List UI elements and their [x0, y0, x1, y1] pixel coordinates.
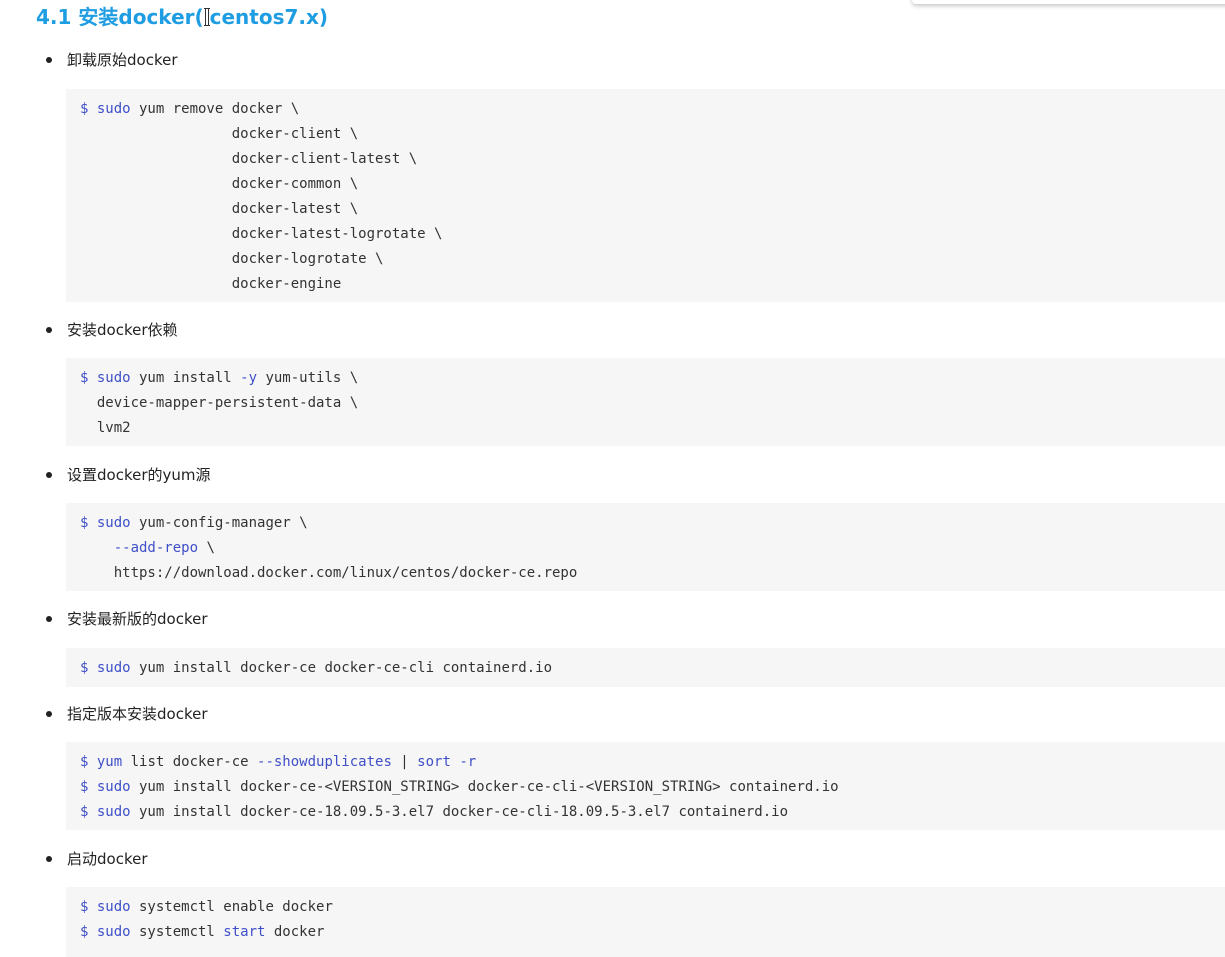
code-line: lvm2	[80, 418, 1225, 443]
code-text: systemctl	[130, 924, 224, 940]
code-line: $ sudo yum remove docker \	[80, 99, 1225, 124]
code-keyword: $	[80, 754, 97, 770]
code-block[interactable]: $ sudo yum install -y yum-utils \ device…	[66, 358, 1225, 446]
code-keyword: $	[80, 370, 97, 386]
code-line: $ sudo yum install -y yum-utils \	[80, 368, 1225, 393]
step-label: 指定版本安装docker	[67, 705, 208, 723]
code-text: docker-logrotate \	[80, 251, 384, 267]
code-keyword: sudo	[96, 804, 131, 820]
code-text: device-mapper-persistent-data \	[80, 395, 359, 411]
code-keyword: sudo	[96, 101, 131, 117]
code-keyword: sudo	[96, 370, 131, 386]
step-label: 安装最新版的docker	[67, 610, 208, 628]
heading-text-start: 4.1 安装docker(	[36, 5, 204, 29]
code-line: --add-repo \	[80, 538, 1225, 563]
code-text: lvm2	[80, 420, 131, 436]
step-label: 卸载原始docker	[67, 51, 178, 69]
code-text: docker-client-latest \	[80, 151, 418, 167]
code-text: list docker-ce	[122, 754, 258, 770]
step-label: 安装docker依赖	[67, 321, 178, 339]
code-block[interactable]: $ sudo yum install docker-ce docker-ce-c…	[66, 648, 1225, 687]
code-keyword: $	[80, 924, 97, 940]
code-text: yum install docker-ce-18.09.5-3.el7 dock…	[130, 804, 789, 820]
code-keyword: start	[223, 924, 266, 940]
code-keyword: $	[80, 101, 97, 117]
code-text: |	[391, 754, 418, 770]
code-text: yum install docker-ce-<VERSION_STRING> d…	[130, 779, 839, 795]
code-text: \	[198, 540, 215, 556]
code-line: https://download.docker.com/linux/centos…	[80, 563, 1225, 588]
list-bullet	[46, 472, 52, 478]
code-keyword: --add-repo	[113, 540, 199, 556]
list-bullet	[46, 616, 52, 622]
section-heading: 4.1 安装docker(centos7.x)	[36, 2, 328, 32]
code-line: $ sudo yum install docker-ce-18.09.5-3.e…	[80, 802, 1225, 827]
text-cursor-icon	[203, 8, 210, 26]
code-text: systemctl enable docker	[130, 899, 333, 915]
code-line: $ sudo yum install docker-ce docker-ce-c…	[80, 658, 1225, 683]
code-block[interactable]: $ yum list docker-ce --showduplicates | …	[66, 742, 1225, 830]
list-bullet	[46, 327, 52, 333]
code-line: $ sudo yum-config-manager \	[80, 513, 1225, 538]
code-keyword: $	[80, 804, 97, 820]
code-keyword: --showduplicates	[257, 754, 392, 770]
code-line: $ yum list docker-ce --showduplicates | …	[80, 752, 1225, 777]
code-line: docker-engine	[80, 274, 1225, 299]
code-line: $ sudo systemctl start docker	[80, 922, 1225, 947]
code-text: docker-latest-logrotate \	[80, 226, 443, 242]
code-text: docker	[265, 924, 325, 940]
code-line: docker-logrotate \	[80, 249, 1225, 274]
code-text: docker-latest \	[80, 201, 359, 217]
code-block[interactable]: $ sudo yum-config-manager \ --add-repo \…	[66, 503, 1225, 591]
code-keyword: -r	[459, 754, 477, 770]
code-keyword: -y	[240, 370, 258, 386]
code-keyword: sudo	[96, 899, 131, 915]
code-text: https://download.docker.com/linux/centos…	[80, 565, 578, 581]
code-line: $ sudo systemctl enable docker	[80, 897, 1225, 922]
code-line: docker-client \	[80, 124, 1225, 149]
code-keyword: $	[80, 660, 97, 676]
list-bullet	[46, 711, 52, 717]
code-block[interactable]: $ sudo yum remove docker \ docker-client…	[66, 89, 1225, 302]
code-text: yum-config-manager \	[130, 515, 308, 531]
step-label: 启动docker	[67, 850, 148, 868]
code-keyword: $	[80, 515, 97, 531]
code-text: yum install	[130, 370, 241, 386]
step-label: 设置docker的yum源	[67, 466, 211, 484]
code-keyword: sudo	[96, 779, 131, 795]
code-line: $ sudo yum install docker-ce-<VERSION_ST…	[80, 777, 1225, 802]
code-line: docker-common \	[80, 174, 1225, 199]
code-keyword: sudo	[96, 515, 131, 531]
code-keyword: sudo	[96, 660, 131, 676]
code-line: docker-latest-logrotate \	[80, 224, 1225, 249]
code-line: docker-client-latest \	[80, 149, 1225, 174]
code-keyword: sort	[417, 754, 451, 770]
code-text: docker-engine	[80, 276, 342, 292]
code-text: docker-common \	[80, 176, 359, 192]
floating-panel-edge	[912, 0, 1225, 4]
code-line: device-mapper-persistent-data \	[80, 393, 1225, 418]
code-block[interactable]: $ sudo systemctl enable docker $ sudo sys…	[66, 887, 1225, 957]
code-line: docker-latest \	[80, 199, 1225, 224]
code-text: yum install docker-ce docker-ce-cli cont…	[130, 660, 553, 676]
code-keyword: sudo	[96, 924, 131, 940]
code-text: yum remove docker \	[130, 101, 300, 117]
code-text: yum-utils \	[257, 370, 359, 386]
list-bullet	[46, 57, 52, 63]
code-keyword: $	[80, 899, 97, 915]
code-text: docker-client \	[80, 126, 359, 142]
code-keyword: yum	[96, 754, 123, 770]
list-bullet	[46, 856, 52, 862]
code-keyword: $	[80, 779, 97, 795]
heading-text-end: centos7.x)	[209, 5, 329, 29]
